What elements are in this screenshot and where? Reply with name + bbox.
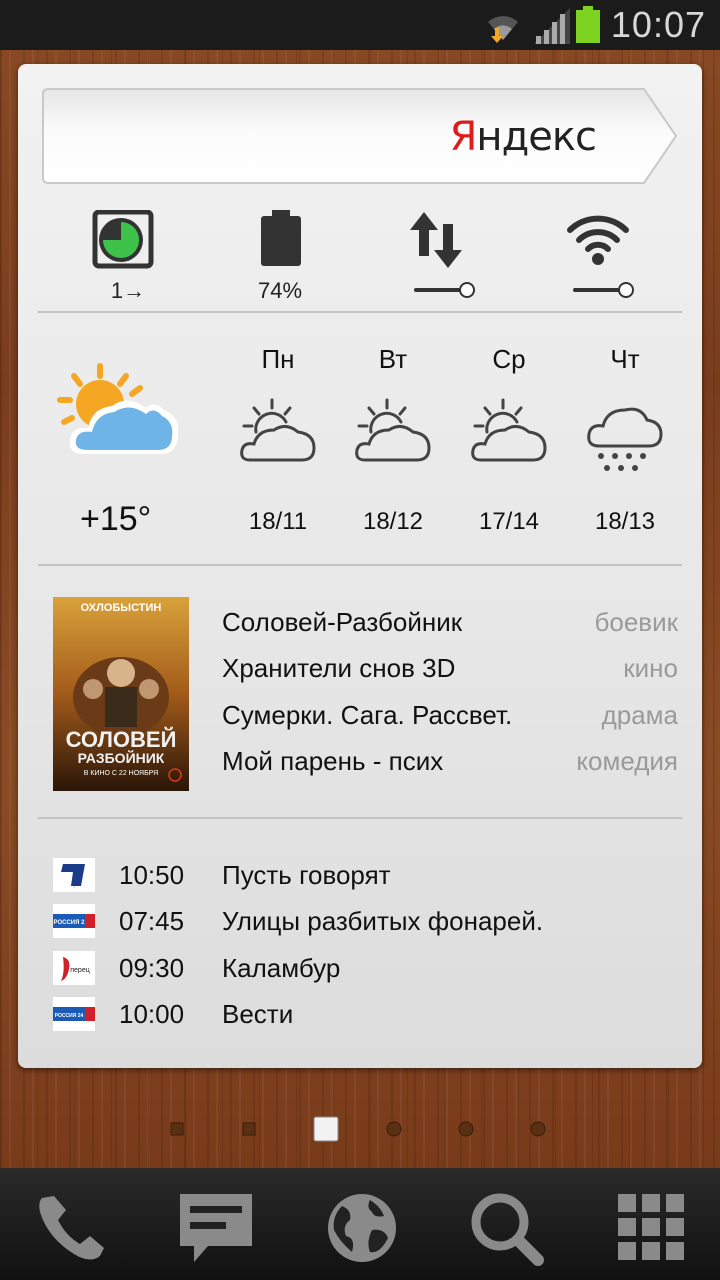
browser-icon[interactable] (322, 1190, 402, 1266)
page-dot (458, 1121, 474, 1137)
tv-time: 07:45 (119, 906, 185, 936)
wifi-level-slider (573, 282, 634, 298)
partly-cloudy-icon (355, 398, 431, 462)
status-bar: 10:07 (0, 0, 720, 50)
movie-title: Мой парень - псих (222, 746, 444, 776)
messages-icon[interactable] (176, 1190, 256, 1266)
movie-title: Соловей-Разбойник (222, 607, 463, 637)
divider (38, 817, 682, 819)
movie-title: Хранители снов 3D (222, 653, 456, 683)
tv-item[interactable]: перец 09:30 Каламбур (53, 951, 693, 993)
day-temps: 18/11 (248, 508, 308, 535)
movie-item[interactable]: Сумерки. Сага. Рассвет. драма (222, 700, 678, 740)
tv-time: 10:50 (119, 860, 185, 890)
phone-icon[interactable] (32, 1190, 112, 1266)
tv-item[interactable]: 1 10:50 Пусть говорят (53, 858, 693, 900)
russia-24-logo: РОССИЯ 24 (53, 997, 95, 1031)
perets-logo: перец (53, 951, 95, 985)
day-name: Чт (610, 344, 640, 374)
svg-text:РОССИЯ 24: РОССИЯ 24 (55, 1013, 84, 1019)
divider (38, 311, 682, 313)
tv-show: Улицы разбитых фонарей. (222, 906, 544, 936)
page-indicator[interactable] (0, 1114, 720, 1144)
svg-text:ОХЛОБЫСТИН: ОХЛОБЫСТИН (81, 602, 162, 614)
signal-icon (534, 8, 570, 44)
clock: 10:07 (610, 4, 706, 45)
dock (0, 1168, 720, 1280)
rain-icon (587, 407, 663, 471)
tv-show: Каламбур (222, 953, 341, 983)
tv-time: 10:00 (119, 999, 185, 1029)
svg-text:РАЗБОЙНИК: РАЗБОЙНИК (78, 749, 165, 766)
day-temps: 18/13 (594, 508, 656, 535)
russia-2-logo: РОССИЯ 2 (53, 904, 95, 938)
battery-icon (576, 6, 600, 43)
tv-item[interactable]: РОССИЯ 24 10:00 Вести (53, 997, 693, 1039)
partly-cloudy-icon (471, 398, 547, 462)
movie-genre: драма (601, 700, 678, 730)
wifi-toggle[interactable] (541, 208, 651, 308)
movie-item[interactable]: Хранители снов 3D кино (222, 653, 678, 693)
svg-text:перец: перец (70, 967, 89, 974)
current-temperature: +15° (80, 500, 152, 538)
screen-timeout-toggle[interactable]: 1→ (81, 208, 191, 308)
day-temps: 17/14 (478, 508, 540, 535)
screen-timeout-label: 1→ (110, 278, 146, 303)
sun-cloud-icon (57, 363, 179, 454)
yandex-logo: Яндекс (449, 114, 597, 160)
day-name: Пн (261, 344, 295, 374)
movie-poster[interactable]: ОХЛОБЫСТИН СОЛОВЕЙ РАЗБОЙНИК В КИНО С 22… (53, 597, 189, 791)
battery-status-icon (261, 210, 301, 266)
page-dot (530, 1121, 546, 1137)
movie-item[interactable]: Соловей-Разбойник боевик (222, 607, 678, 647)
battery-percent: 74% (257, 278, 303, 303)
apps-grid-icon[interactable] (612, 1190, 692, 1266)
mobile-data-toggle[interactable] (382, 208, 492, 308)
download-icon (491, 28, 503, 43)
divider (38, 564, 682, 566)
partly-cloudy-icon (240, 398, 316, 462)
tv-show: Пусть говорят (222, 860, 391, 890)
movie-genre: кино (623, 653, 678, 683)
movie-item[interactable]: Мой парень - псих комедия (222, 746, 678, 786)
day-name: Вт (378, 344, 408, 374)
tv-time: 09:30 (119, 953, 185, 983)
svg-text:СОЛОВЕЙ: СОЛОВЕЙ (66, 727, 177, 752)
data-level-slider (414, 282, 475, 298)
channel-one-logo: 1 (53, 858, 95, 892)
tv-show: Вести (222, 999, 294, 1029)
search-icon[interactable] (468, 1190, 548, 1266)
page-dot (386, 1121, 402, 1137)
search-bar[interactable]: Яндекс (42, 88, 678, 184)
day-name: Ср (492, 344, 526, 374)
page-dot (170, 1122, 184, 1136)
yandex-widget: Яндекс 1→ 74% +15° Пн 18/11 Вт 18/12 Ср … (18, 64, 702, 1068)
wifi-signal-icon (567, 215, 629, 265)
svg-text:В КИНО С 22 НОЯБРЯ: В КИНО С 22 НОЯБРЯ (84, 770, 158, 777)
movie-title: Сумерки. Сага. Рассвет. (222, 700, 513, 730)
data-transfer-icon (410, 212, 462, 268)
page-dot (242, 1122, 256, 1136)
day-temps: 18/12 (362, 508, 424, 535)
tv-item[interactable]: РОССИЯ 2 07:45 Улицы разбитых фонарей. (53, 904, 693, 946)
screen-timeout-icon (92, 210, 154, 269)
svg-text:РОССИЯ 2: РОССИЯ 2 (54, 920, 86, 926)
battery-toggle[interactable]: 74% (225, 208, 335, 308)
movie-genre: боевик (594, 607, 678, 637)
page-dot-active (313, 1116, 339, 1142)
movie-genre: комедия (576, 746, 678, 776)
